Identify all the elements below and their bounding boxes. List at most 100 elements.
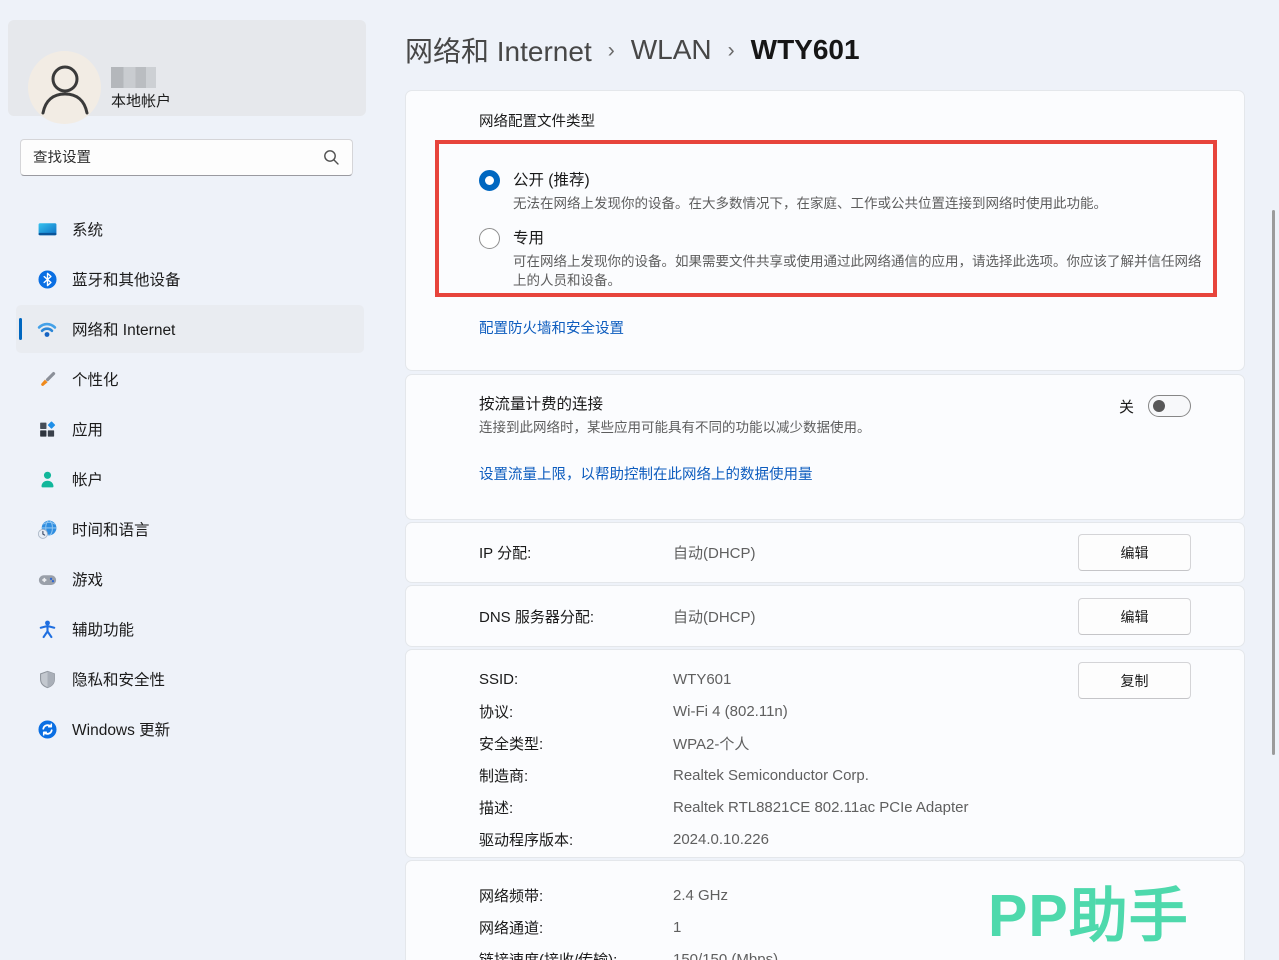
breadcrumb-wlan[interactable]: WLAN bbox=[631, 34, 712, 66]
description-label: 描述: bbox=[479, 797, 673, 818]
pp-assistant-watermark: PP助手 bbox=[988, 868, 1189, 953]
windows-update-icon bbox=[36, 718, 58, 740]
link-speed-value: 150/150 (Mbps) bbox=[673, 951, 778, 960]
network-band-value: 2.4 GHz bbox=[673, 887, 728, 904]
property-row: 制造商: Realtek Semiconductor Corp. bbox=[479, 759, 968, 791]
manufacturer-value: Realtek Semiconductor Corp. bbox=[673, 767, 869, 784]
sidebar-item-label: 蓝牙和其他设备 bbox=[72, 268, 181, 290]
ssid-label: SSID: bbox=[479, 671, 673, 688]
security-type-label: 安全类型: bbox=[479, 733, 673, 754]
sidebar-item-label: 网络和 Internet bbox=[72, 318, 175, 340]
sidebar-item-label: 应用 bbox=[72, 418, 103, 440]
protocol-value: Wi-Fi 4 (802.11n) bbox=[673, 703, 788, 720]
sidebar-item-windows-update[interactable]: Windows 更新 bbox=[16, 705, 364, 753]
radio-unselected-icon[interactable] bbox=[479, 228, 500, 249]
sidebar-item-label: Windows 更新 bbox=[72, 718, 170, 740]
property-row: 描述: Realtek RTL8821CE 802.11ac PCIe Adap… bbox=[479, 791, 968, 823]
data-limit-link[interactable]: 设置流量上限，以帮助控制在此网络上的数据使用量 bbox=[479, 463, 813, 484]
property-row: SSID: WTY601 bbox=[479, 663, 968, 695]
manufacturer-label: 制造商: bbox=[479, 765, 673, 786]
sidebar-item-accounts[interactable]: 帐户 bbox=[16, 455, 364, 503]
shield-icon bbox=[36, 668, 58, 690]
network-profile-type-card: 网络配置文件类型 公开 (推荐) 无法在网络上发现你的设备。在大多数情况下，在家… bbox=[405, 90, 1245, 371]
firewall-settings-link[interactable]: 配置防火墙和安全设置 bbox=[479, 317, 624, 338]
radio-label: 专用 bbox=[513, 226, 1205, 248]
link-speed-label: 链接速度(接收/传输): bbox=[479, 949, 673, 960]
dns-assignment-value: 自动(DHCP) bbox=[673, 606, 756, 627]
chevron-right-icon: › bbox=[728, 39, 735, 63]
breadcrumb: 网络和 Internet › WLAN › WTY601 bbox=[405, 30, 860, 70]
sidebar-item-label: 系统 bbox=[72, 218, 103, 240]
avatar bbox=[28, 51, 101, 124]
network-band-label: 网络频带: bbox=[479, 885, 673, 906]
wifi-icon bbox=[36, 318, 58, 340]
edit-dns-button[interactable]: 编辑 bbox=[1078, 598, 1191, 635]
search-input[interactable] bbox=[33, 150, 323, 166]
sidebar-item-time-language[interactable]: 时间和语言 bbox=[16, 505, 364, 553]
radio-option-public[interactable]: 公开 (推荐) 无法在网络上发现你的设备。在大多数情况下，在家庭、工作或公共位置… bbox=[479, 168, 1205, 214]
radio-description: 无法在网络上发现你的设备。在大多数情况下，在家庭、工作或公共位置连接到网络时使用… bbox=[513, 195, 1205, 214]
apps-icon bbox=[36, 418, 58, 440]
sidebar-item-privacy-security[interactable]: 隐私和安全性 bbox=[16, 655, 364, 703]
chevron-right-icon: › bbox=[608, 39, 615, 63]
metered-toggle-group: 关 bbox=[1119, 395, 1191, 417]
gamepad-icon bbox=[36, 568, 58, 590]
network-channel-value: 1 bbox=[673, 919, 681, 936]
property-row: 协议: Wi-Fi 4 (802.11n) bbox=[479, 695, 968, 727]
page-title: WTY601 bbox=[751, 34, 860, 66]
metered-title: 按流量计费的连接 bbox=[479, 392, 603, 414]
sidebar-item-bluetooth[interactable]: 蓝牙和其他设备 bbox=[16, 255, 364, 303]
sidebar-item-network-internet[interactable]: 网络和 Internet bbox=[16, 305, 364, 353]
radio-option-private[interactable]: 专用 可在网络上发现你的设备。如果需要文件共享或使用通过此网络通信的应用，请选择… bbox=[479, 226, 1205, 290]
sidebar-item-personalization[interactable]: 个性化 bbox=[16, 355, 364, 403]
sidebar-item-label: 时间和语言 bbox=[72, 518, 150, 540]
property-row: 网络通道: 1 bbox=[479, 911, 778, 943]
metered-connection-card: 按流量计费的连接 连接到此网络时，某些应用可能具有不同的功能以减少数据使用。 关… bbox=[405, 374, 1245, 520]
property-row: 链接速度(接收/传输): 150/150 (Mbps) bbox=[479, 943, 778, 960]
search-box[interactable] bbox=[20, 139, 353, 176]
radio-description: 可在网络上发现你的设备。如果需要文件共享或使用通过此网络通信的应用，请选择此选项… bbox=[513, 253, 1205, 290]
profile-card[interactable]: 本地帐户 bbox=[8, 20, 366, 116]
accounts-icon bbox=[36, 468, 58, 490]
ip-assignment-label: IP 分配: bbox=[479, 542, 673, 563]
sidebar-item-apps[interactable]: 应用 bbox=[16, 405, 364, 453]
security-type-value: WPA2-个人 bbox=[673, 733, 749, 754]
property-row: 驱动程序版本: 2024.0.10.226 bbox=[479, 823, 968, 855]
sidebar-item-accessibility[interactable]: 辅助功能 bbox=[16, 605, 364, 653]
account-type-label: 本地帐户 bbox=[111, 90, 171, 111]
sidebar-item-gaming[interactable]: 游戏 bbox=[16, 555, 364, 603]
metered-toggle[interactable] bbox=[1148, 395, 1191, 417]
sidebar-item-label: 游戏 bbox=[72, 568, 103, 590]
copy-ssid-button[interactable]: 复制 bbox=[1078, 662, 1191, 699]
user-name-blurred bbox=[111, 67, 156, 88]
property-row: 网络频带: 2.4 GHz bbox=[479, 879, 778, 911]
system-icon bbox=[36, 218, 58, 240]
accessibility-icon bbox=[36, 618, 58, 640]
dns-assignment-card: DNS 服务器分配: 自动(DHCP) 编辑 bbox=[405, 585, 1245, 647]
ip-assignment-card: IP 分配: 自动(DHCP) 编辑 bbox=[405, 522, 1245, 583]
radio-label: 公开 (推荐) bbox=[513, 168, 1205, 190]
sidebar-item-label: 隐私和安全性 bbox=[72, 668, 165, 690]
time-language-icon bbox=[36, 518, 58, 540]
property-row: 安全类型: WPA2-个人 bbox=[479, 727, 968, 759]
sidebar-item-system[interactable]: 系统 bbox=[16, 205, 364, 253]
toggle-state-label: 关 bbox=[1119, 396, 1134, 417]
sidebar-item-label: 个性化 bbox=[72, 368, 119, 390]
vertical-scrollbar[interactable] bbox=[1272, 210, 1275, 755]
selected-accent-bar bbox=[19, 318, 22, 340]
ssid-value: WTY601 bbox=[673, 671, 731, 688]
search-icon bbox=[323, 149, 340, 166]
toggle-knob bbox=[1153, 400, 1165, 412]
person-outline-icon bbox=[29, 52, 101, 124]
radio-selected-icon[interactable] bbox=[479, 170, 500, 191]
metered-description: 连接到此网络时，某些应用可能具有不同的功能以减少数据使用。 bbox=[479, 416, 871, 436]
ssid-properties-card: SSID: WTY601 协议: Wi-Fi 4 (802.11n) 安全类型:… bbox=[405, 649, 1245, 858]
edit-ip-button[interactable]: 编辑 bbox=[1078, 534, 1191, 571]
breadcrumb-network-internet[interactable]: 网络和 Internet bbox=[405, 30, 592, 70]
description-value: Realtek RTL8821CE 802.11ac PCIe Adapter bbox=[673, 799, 968, 816]
paintbrush-icon bbox=[36, 368, 58, 390]
settings-sidebar-nav: 系统 蓝牙和其他设备 网络和 Internet bbox=[0, 205, 380, 755]
protocol-label: 协议: bbox=[479, 701, 673, 722]
sidebar-item-label: 帐户 bbox=[72, 468, 103, 490]
bluetooth-icon bbox=[36, 268, 58, 290]
